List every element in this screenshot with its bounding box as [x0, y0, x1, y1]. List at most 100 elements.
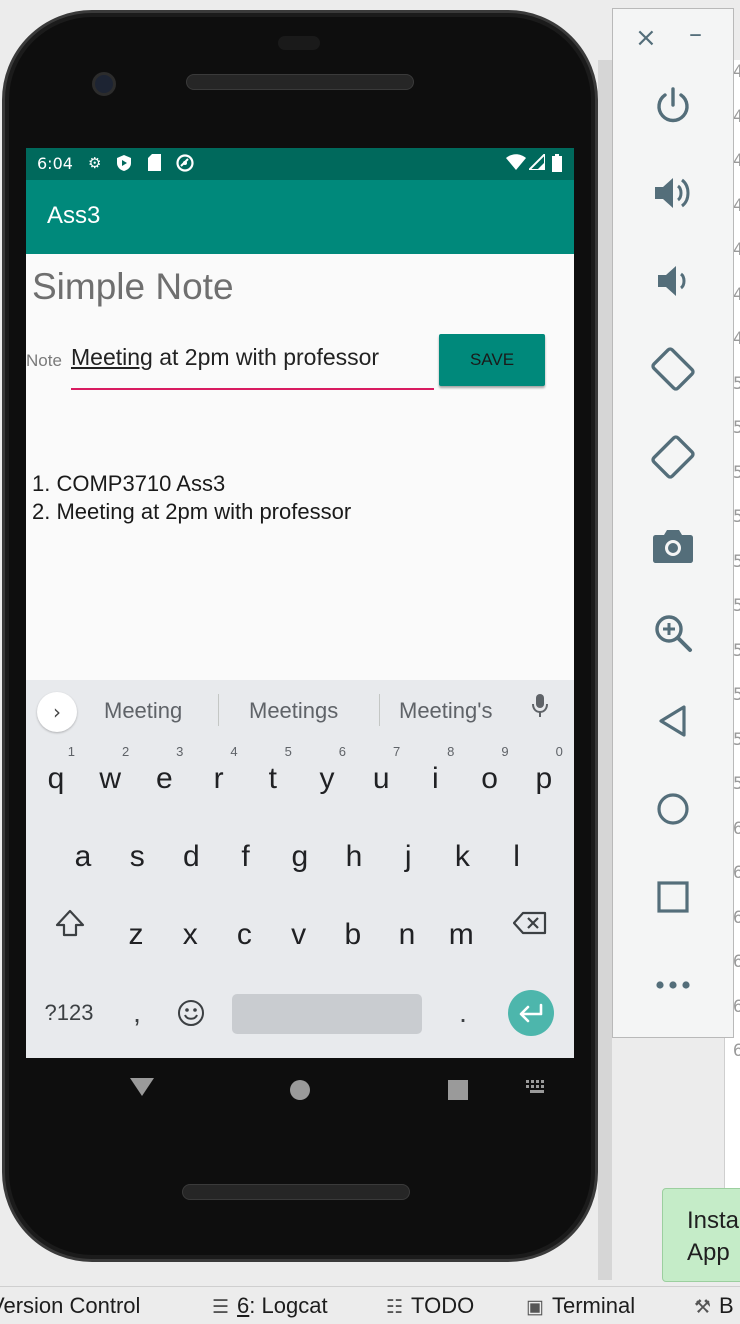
- note-input[interactable]: Meeting at 2pm with professor: [71, 338, 434, 390]
- key-o[interactable]: o9: [463, 744, 517, 812]
- key-v[interactable]: v: [272, 902, 326, 968]
- volume-up-icon[interactable]: [613, 163, 733, 223]
- line-number: 4: [733, 284, 740, 305]
- key-label: e: [156, 762, 173, 795]
- nav-back-icon[interactable]: [130, 1078, 154, 1096]
- symbols-key[interactable]: ?123: [36, 980, 102, 1046]
- key-j[interactable]: j: [381, 824, 435, 890]
- key-a[interactable]: a: [56, 824, 110, 890]
- bottom-speaker: [182, 1184, 410, 1200]
- rotate-left-icon[interactable]: [613, 339, 733, 399]
- save-button[interactable]: SAVE: [439, 334, 545, 386]
- key-s[interactable]: s: [110, 824, 164, 890]
- backspace-key[interactable]: [508, 890, 552, 956]
- volume-down-icon[interactable]: [613, 251, 733, 311]
- key-x[interactable]: x: [163, 902, 217, 968]
- install-app-notification[interactable]: Insta App: [662, 1188, 740, 1282]
- todo-label: TODO: [411, 1293, 475, 1318]
- line-number: 5: [733, 685, 740, 705]
- key-h[interactable]: h: [327, 824, 381, 890]
- mic-icon[interactable]: [532, 694, 548, 724]
- signal-icon: [526, 151, 546, 174]
- close-icon[interactable]: ×: [635, 23, 657, 53]
- key-w[interactable]: w2: [83, 744, 137, 812]
- tool-build[interactable]: ⚒ B: [694, 1293, 734, 1319]
- key-t[interactable]: t5: [246, 744, 300, 812]
- line-number: 5: [733, 596, 740, 616]
- chevron-right-icon[interactable]: ›: [37, 692, 77, 732]
- space-key[interactable]: [232, 994, 422, 1034]
- key-m[interactable]: m: [434, 902, 488, 968]
- back-icon[interactable]: [613, 691, 733, 751]
- key-label: l: [513, 840, 520, 873]
- hammer-icon: ⚒: [694, 1297, 712, 1318]
- nav-home-icon[interactable]: [290, 1080, 310, 1100]
- line-number: 6: [733, 818, 740, 839]
- emoji-key[interactable]: [164, 980, 218, 1046]
- power-icon[interactable]: [613, 75, 733, 135]
- status-time: 6:04: [37, 154, 73, 173]
- key-label: u: [372, 762, 390, 795]
- tool-logcat[interactable]: ☰ 6: Logcat: [212, 1293, 328, 1319]
- key-g[interactable]: g: [273, 824, 327, 890]
- status-bar: 6:04 ⚙: [26, 148, 574, 180]
- key-label: j: [404, 840, 412, 873]
- home-icon[interactable]: [613, 779, 733, 839]
- key-label: o: [481, 762, 498, 795]
- key-q[interactable]: q1: [29, 744, 83, 812]
- top-speaker: [186, 74, 414, 90]
- overview-icon[interactable]: [613, 867, 733, 927]
- key-label: t: [268, 762, 277, 795]
- shift-key[interactable]: [48, 890, 92, 956]
- key-c[interactable]: c: [217, 902, 271, 968]
- key-e[interactable]: e3: [137, 744, 191, 812]
- rotate-right-icon[interactable]: [613, 427, 733, 487]
- line-number: 4: [733, 195, 740, 216]
- suggestion-divider: [218, 694, 219, 726]
- key-l[interactable]: l: [490, 824, 544, 890]
- key-y[interactable]: y6: [300, 744, 354, 812]
- app-title: Ass3: [47, 202, 101, 229]
- key-label: g: [291, 840, 309, 873]
- key-f[interactable]: f: [219, 824, 273, 890]
- key-i[interactable]: i8: [408, 744, 462, 812]
- line-number: 6: [733, 907, 740, 928]
- key-label: r: [213, 762, 224, 795]
- suggestion-item[interactable]: Meetings: [249, 698, 338, 724]
- minimize-icon[interactable]: –: [689, 19, 702, 49]
- key-k[interactable]: k: [435, 824, 489, 890]
- phone-sensor: [278, 36, 320, 50]
- period-key[interactable]: .: [436, 980, 490, 1046]
- key-hint: 4: [230, 744, 238, 759]
- camera-icon[interactable]: [613, 515, 733, 575]
- key-hint: 1: [67, 744, 75, 759]
- terminal-icon: ▣: [526, 1297, 544, 1318]
- suggestion-item[interactable]: Meeting: [104, 698, 182, 724]
- key-p[interactable]: p0: [517, 744, 571, 812]
- note-label: Note: [26, 351, 62, 370]
- suggestion-item[interactable]: Meeting's: [399, 698, 492, 724]
- sync-icon: [176, 154, 194, 176]
- note-input-underlined-word: Meeting: [71, 344, 153, 370]
- key-r[interactable]: r4: [192, 744, 246, 812]
- tool-todo[interactable]: ☷ TODO: [386, 1293, 474, 1319]
- key-hint: 7: [392, 744, 401, 759]
- key-label: a: [74, 840, 92, 873]
- key-label: q: [47, 762, 65, 795]
- tool-version-control[interactable]: Version Control: [0, 1293, 140, 1319]
- tool-terminal[interactable]: ▣ Terminal: [526, 1293, 635, 1319]
- comma-key[interactable]: ,: [110, 980, 164, 1046]
- key-z[interactable]: z: [109, 902, 163, 968]
- key-label: k: [454, 840, 470, 873]
- line-number: 4: [733, 106, 740, 127]
- more-icon[interactable]: [613, 955, 733, 1015]
- key-b[interactable]: b: [326, 902, 380, 968]
- enter-key[interactable]: [508, 990, 554, 1036]
- key-u[interactable]: u7: [354, 744, 408, 812]
- key-label: y: [319, 762, 335, 795]
- key-n[interactable]: n: [380, 902, 434, 968]
- zoom-icon[interactable]: [613, 603, 733, 663]
- keyboard-switch-icon[interactable]: [526, 1080, 548, 1098]
- key-d[interactable]: d: [164, 824, 218, 890]
- nav-recents-icon[interactable]: [448, 1080, 468, 1100]
